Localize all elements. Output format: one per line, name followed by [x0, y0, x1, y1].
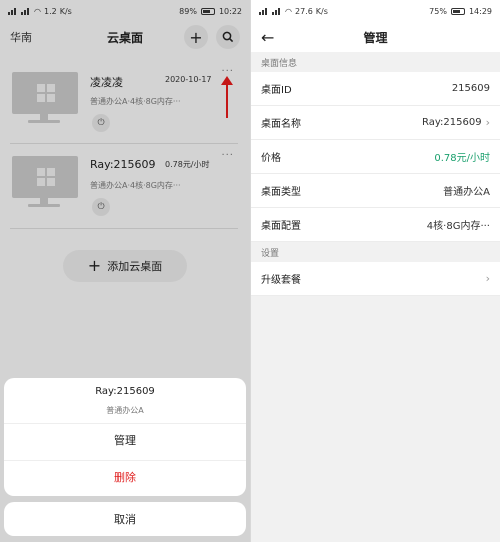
battery-icon: [450, 7, 465, 15]
back-arrow-icon[interactable]: ←: [261, 28, 274, 47]
row-value: 普通办公A: [443, 187, 490, 198]
row-price: 价格 0.78元/小时: [251, 140, 500, 174]
manage-option[interactable]: 管理: [4, 432, 246, 448]
battery-percent: 75%: [429, 6, 447, 16]
row-label: 桌面类型: [261, 187, 301, 198]
signal-icon: [272, 7, 282, 15]
row-label: 价格: [261, 153, 281, 164]
row-value: 4核·8G内存···: [426, 221, 490, 232]
page-title: 管理: [363, 30, 388, 45]
row-desktop-config: 桌面配置 4核·8G内存···: [251, 208, 500, 242]
row-label: 升级套餐: [261, 275, 301, 286]
network-speed-unit: K/s: [315, 6, 328, 16]
delete-option[interactable]: 删除: [4, 469, 246, 485]
section-header-settings: 设置: [251, 242, 500, 262]
top-bar: ← 管理: [251, 22, 500, 52]
network-speed: 27.6: [294, 6, 313, 16]
row-value: Ray:215609: [422, 117, 482, 128]
signal-icon: [259, 7, 269, 15]
row-value: 215609: [451, 83, 490, 94]
action-sheet: Ray:215609 普通办公A 管理 删除: [4, 378, 246, 496]
row-desktop-name[interactable]: 桌面名称 Ray:215609 ›: [251, 106, 500, 140]
row-desktop-type: 桌面类型 普通办公A: [251, 174, 500, 208]
desktop-list-screen: ◠ 1.2 K/s 89% 10:22 华南 云桌面 + 凌凌凌 2020-10…: [0, 0, 250, 542]
section-header-info: 桌面信息: [251, 52, 500, 72]
row-value: 0.78元/小时: [434, 153, 490, 164]
row-desktop-id: 桌面ID 215609: [251, 72, 500, 106]
row-upgrade-plan[interactable]: 升级套餐 ›: [251, 262, 500, 296]
manage-screen: ◠ 27.6 K/s 75% 14:29 ← 管理 桌面信息 桌面ID 2156…: [250, 0, 500, 542]
row-label: 桌面名称: [261, 119, 301, 130]
sheet-title: Ray:215609: [95, 386, 155, 397]
chevron-right-icon: ›: [485, 116, 490, 129]
wifi-icon: ◠: [285, 6, 292, 16]
row-label: 桌面配置: [261, 221, 301, 232]
chevron-right-icon: ›: [485, 272, 490, 285]
cancel-button[interactable]: 取消: [4, 502, 246, 536]
row-label: 桌面ID: [261, 85, 292, 96]
clock: 14:29: [468, 6, 492, 16]
sheet-subtitle: 普通办公A: [106, 406, 144, 415]
status-bar: ◠ 27.6 K/s 75% 14:29: [251, 0, 500, 22]
